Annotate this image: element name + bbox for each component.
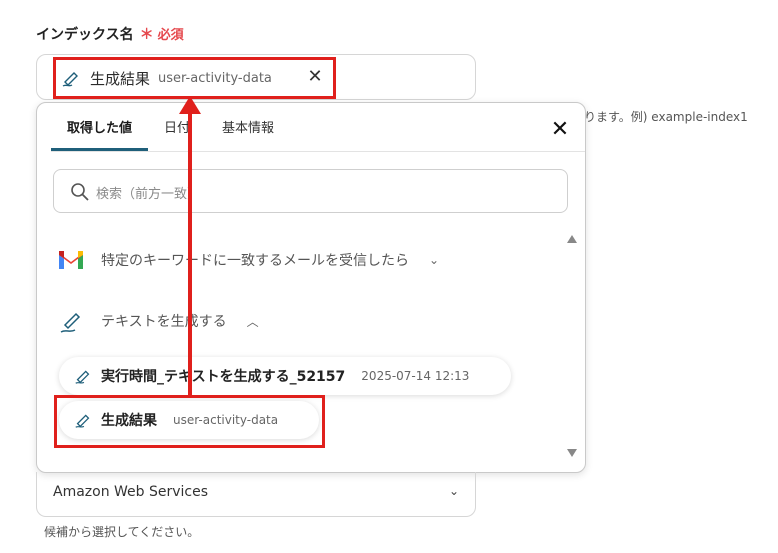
group-label: テキストを生成する (101, 314, 227, 330)
popup-tabs: 取得した値 日付 基本情報 (51, 103, 290, 151)
highlight-box (53, 57, 336, 99)
group-generate-text[interactable]: テキストを生成する ︿ (57, 307, 259, 335)
field-label: インデックス名 ＊必須 (36, 24, 184, 44)
chevron-down-icon[interactable]: ⌄ (449, 484, 459, 498)
select-hint: 候補から選択してください。 (44, 525, 200, 539)
service-select[interactable]: Amazon Web Services ⌄ (36, 472, 476, 517)
close-icon[interactable]: ✕ (549, 119, 571, 141)
tab-acquired-values[interactable]: 取得した値 (51, 103, 149, 151)
scrollbar[interactable] (565, 235, 579, 457)
field-label-text: インデックス名 (36, 27, 134, 43)
scroll-down-arrow[interactable] (567, 449, 577, 457)
chevron-down-icon[interactable]: ⌄ (429, 253, 439, 267)
tab-basic-info[interactable]: 基本情報 (206, 103, 290, 151)
search-input[interactable]: 検索（前方一致） (53, 169, 568, 213)
chevron-up-icon[interactable]: ︿ (247, 313, 259, 330)
value-item-title: 実行時間_テキストを生成する_52157 (101, 369, 346, 385)
field-hint: ります。例) example-index1 (584, 110, 748, 124)
pen-icon (73, 366, 93, 386)
group-label: 特定のキーワードに一致するメールを受信したら (101, 253, 409, 269)
value-item-meta: 2025-07-14 12:13 (361, 369, 470, 383)
value-item[interactable]: 実行時間_テキストを生成する_52157 2025-07-14 12:13 (59, 357, 511, 395)
scroll-up-arrow[interactable] (567, 235, 577, 243)
search-icon (70, 182, 90, 202)
arrow-head (179, 96, 201, 114)
tabs-divider (51, 151, 585, 152)
gmail-icon (57, 249, 85, 271)
select-value: Amazon Web Services (53, 484, 209, 500)
required-star: ＊ (139, 27, 154, 43)
highlight-box (54, 395, 325, 448)
search-placeholder: 検索（前方一致） (96, 187, 201, 202)
group-gmail-trigger[interactable]: 特定のキーワードに一致するメールを受信したら ⌄ (57, 249, 439, 271)
arrow-line (188, 112, 192, 396)
pen-icon (57, 307, 85, 335)
required-text: 必須 (157, 28, 184, 43)
